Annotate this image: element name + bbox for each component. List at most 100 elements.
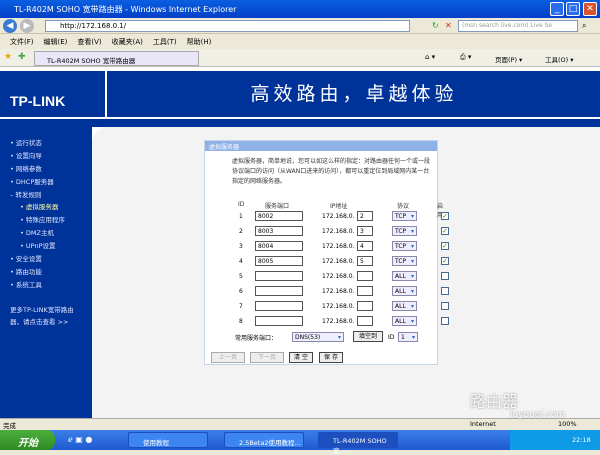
window-title: TL-R402M SOHO 宽带路由器 - Windows Internet E… bbox=[14, 5, 237, 14]
ip-prefix: 172.168.0. bbox=[322, 228, 355, 235]
ip-last-octet-input[interactable]: 2 bbox=[357, 211, 373, 221]
task-browser[interactable]: TL-R402M SOHO 宽... bbox=[318, 432, 398, 455]
id-select[interactable]: 1 bbox=[398, 332, 418, 342]
more-products-link-2[interactable]: 器，请点击查看 >> bbox=[10, 316, 68, 326]
sidebar-item-status[interactable]: • 运行状态 bbox=[10, 137, 42, 147]
port-input[interactable]: 8003 bbox=[255, 226, 303, 236]
task-document[interactable]: 2.5Beta2使用教程... bbox=[224, 432, 304, 448]
ip-prefix: 172.168.0. bbox=[322, 288, 355, 295]
sidebar-item-dhcp[interactable]: • DHCP服务器 bbox=[10, 176, 54, 186]
more-products-link[interactable]: 更多TP-LINK宽带路由 bbox=[10, 304, 74, 314]
close-button[interactable]: ✕ bbox=[583, 2, 597, 16]
enabled-checkbox[interactable] bbox=[441, 287, 449, 295]
page-menu[interactable]: 页面(P) ▾ bbox=[495, 54, 522, 64]
port-input[interactable]: 8002 bbox=[255, 211, 303, 221]
maximize-button[interactable]: □ bbox=[566, 2, 580, 16]
table-row: 8 172.168.0. ALL bbox=[205, 316, 449, 328]
protocol-select[interactable]: TCP bbox=[392, 241, 417, 251]
home-icon[interactable]: ⌂ ▾ bbox=[425, 53, 435, 61]
table-row: 1 8002 172.168.0. 2 TCP ✓ bbox=[205, 211, 449, 223]
enabled-checkbox[interactable]: ✓ bbox=[441, 212, 449, 220]
port-input[interactable] bbox=[255, 316, 303, 326]
refresh-icon[interactable]: ↻ bbox=[432, 21, 439, 30]
menu-help[interactable]: 帮助(H) bbox=[187, 38, 212, 46]
port-input[interactable]: 8005 bbox=[255, 256, 303, 266]
clear-button[interactable]: 清 空 bbox=[289, 352, 313, 363]
table-row: 4 8005 172.168.0. 5 TCP ✓ bbox=[205, 256, 449, 268]
taskbar: 开始 ℯ ▣ ● 使用教程 2.5Beta2使用教程... TL-R402M S… bbox=[0, 430, 600, 455]
sidebar-item-wizard[interactable]: • 设置向导 bbox=[10, 150, 42, 160]
ip-last-octet-input[interactable]: 4 bbox=[357, 241, 373, 251]
sidebar-item-virtual-server[interactable]: • 虚拟服务器 bbox=[20, 201, 58, 211]
sidebar-item-system-tools[interactable]: • 系统工具 bbox=[10, 279, 42, 289]
menu-view[interactable]: 查看(V) bbox=[77, 38, 101, 46]
stop-icon[interactable]: ✕ bbox=[445, 21, 452, 30]
url-input[interactable]: http://172.168.0.1/ bbox=[45, 20, 410, 32]
protocol-select[interactable]: TCP bbox=[392, 226, 417, 236]
ip-last-octet-input[interactable]: 3 bbox=[357, 226, 373, 236]
protocol-select[interactable]: TCP bbox=[392, 256, 417, 266]
sidebar-item-network[interactable]: • 网络参数 bbox=[10, 163, 42, 173]
protocol-select[interactable]: ALL bbox=[392, 316, 417, 326]
ip-last-octet-input[interactable] bbox=[357, 271, 373, 281]
ip-last-octet-input[interactable] bbox=[357, 316, 373, 326]
port-input[interactable] bbox=[255, 301, 303, 311]
task-folder[interactable]: 使用教程 bbox=[128, 432, 208, 448]
save-button[interactable]: 保 存 bbox=[319, 352, 343, 363]
quick-launch-icons[interactable]: ℯ ▣ ● bbox=[68, 435, 92, 444]
sidebar-item-special-apps[interactable]: • 特殊应用程序 bbox=[20, 214, 65, 224]
protocol-select[interactable]: ALL bbox=[392, 271, 417, 281]
start-button[interactable]: 开始 bbox=[0, 430, 55, 450]
next-page-button[interactable]: 下一页 bbox=[250, 352, 284, 363]
zoom-level[interactable]: 100% bbox=[558, 420, 577, 428]
fill-button[interactable]: 填空到 bbox=[353, 331, 383, 342]
sidebar-item-forwarding[interactable]: – 转发规则 bbox=[10, 189, 41, 199]
enabled-checkbox[interactable] bbox=[441, 317, 449, 325]
enabled-checkbox[interactable]: ✓ bbox=[441, 242, 449, 250]
search-input[interactable]: (msn search live.com) Live Se bbox=[458, 20, 578, 32]
status-text: 完成 bbox=[3, 422, 16, 430]
enabled-checkbox[interactable] bbox=[441, 302, 449, 310]
menu-tools[interactable]: 工具(T) bbox=[153, 38, 177, 46]
table-row: 7 172.168.0. ALL bbox=[205, 301, 449, 313]
minimize-button[interactable]: _ bbox=[550, 2, 564, 16]
table-row: 6 172.168.0. ALL bbox=[205, 286, 449, 298]
sidebar-item-security[interactable]: • 安全设置 bbox=[10, 253, 42, 263]
port-input[interactable] bbox=[255, 271, 303, 281]
tab-router[interactable]: TL-R402M SOHO 宽带路由器 bbox=[34, 51, 199, 66]
banner: TP-LINK 高效路由，卓越体验 bbox=[0, 70, 600, 117]
favorites-star-icon[interactable]: ★ bbox=[4, 52, 12, 62]
ip-last-octet-input[interactable] bbox=[357, 286, 373, 296]
menu-file[interactable]: 文件(F) bbox=[10, 38, 34, 46]
panel-title: 虚拟服务器 bbox=[205, 141, 437, 151]
enabled-checkbox[interactable]: ✓ bbox=[441, 257, 449, 265]
print-icon[interactable]: ⎙ ▾ bbox=[460, 53, 471, 62]
protocol-select[interactable]: ALL bbox=[392, 286, 417, 296]
watermark-url: luyouqi.com bbox=[510, 410, 566, 420]
prev-page-button[interactable]: 上一页 bbox=[211, 352, 245, 363]
ip-last-octet-input[interactable] bbox=[357, 301, 373, 311]
search-icon[interactable]: ⌕ bbox=[582, 21, 586, 31]
enabled-checkbox[interactable] bbox=[441, 272, 449, 280]
common-port-select[interactable]: DNS(53) bbox=[292, 332, 344, 342]
window-titlebar: TL-R402M SOHO 宽带路由器 - Windows Internet E… bbox=[0, 0, 600, 18]
ip-prefix: 172.168.0. bbox=[322, 213, 355, 220]
port-input[interactable] bbox=[255, 286, 303, 296]
protocol-select[interactable]: ALL bbox=[392, 301, 417, 311]
tp-link-logo: TP-LINK bbox=[0, 71, 107, 117]
menu-edit[interactable]: 编辑(E) bbox=[44, 38, 68, 46]
sidebar-item-dmz[interactable]: • DMZ主机 bbox=[20, 227, 54, 237]
port-input[interactable]: 8004 bbox=[255, 241, 303, 251]
ip-last-octet-input[interactable]: 5 bbox=[357, 256, 373, 266]
tools-menu[interactable]: 工具(O) ▾ bbox=[545, 54, 574, 64]
enabled-checkbox[interactable]: ✓ bbox=[441, 227, 449, 235]
slogan: 高效路由，卓越体验 bbox=[250, 83, 458, 105]
protocol-select[interactable]: TCP bbox=[392, 211, 417, 221]
menu-favorites[interactable]: 收藏夹(A) bbox=[112, 38, 143, 46]
add-favorite-icon[interactable]: ✚ bbox=[18, 52, 26, 62]
forward-button[interactable]: ▶ bbox=[20, 19, 34, 33]
back-button[interactable]: ◀ bbox=[3, 19, 17, 33]
sidebar-item-upnp[interactable]: • UPnP设置 bbox=[20, 240, 56, 250]
row-id: 3 bbox=[239, 243, 243, 250]
sidebar-item-routing[interactable]: • 路由功能 bbox=[10, 266, 42, 276]
